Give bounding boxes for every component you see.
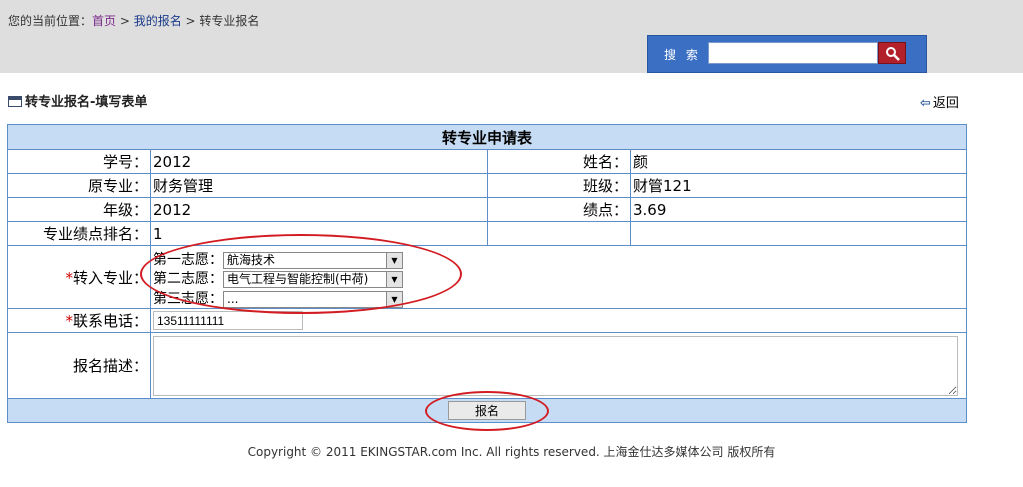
required-mark: * [65, 268, 73, 287]
phone-label: *联系电话： [7, 308, 151, 333]
rank-label: 专业绩点排名： [7, 221, 151, 246]
choice-3-value: ... [227, 291, 239, 306]
empty-cell [630, 221, 967, 246]
choice-1-select[interactable]: 航海技术 ▼ [223, 251, 403, 269]
transfer-major-label-text: 转入专业： [72, 268, 148, 287]
major-label: 原专业： [7, 173, 151, 198]
choice-2-value: 电气工程与智能控制(中荷) [227, 271, 369, 286]
table-row: 学号： 2012 姓名： 颜 [7, 149, 967, 174]
chevron-down-icon: ▼ [386, 271, 402, 287]
phone-cell [150, 308, 967, 333]
grade-label: 年级： [7, 197, 151, 222]
breadcrumb: 您的当前位置：首页 > 我的报名 > 转专业报名 [8, 12, 259, 29]
choice-2-select[interactable]: 电气工程与智能控制(中荷) ▼ [223, 270, 403, 288]
table-row: 原专业： 财务管理 班级： 财管121 [7, 173, 967, 198]
search-panel: 搜 索 [647, 35, 927, 73]
gpa-label: 绩点： [487, 197, 631, 222]
breadcrumb-current: 转专业报名 [199, 14, 260, 28]
table-row: *联系电话： [7, 308, 967, 333]
breadcrumb-separator: > [116, 14, 134, 28]
search-label: 搜 索 [664, 48, 701, 62]
grade-value: 2012 [150, 197, 488, 222]
table-footer: 报名 [7, 398, 967, 423]
rank-value: 1 [150, 221, 488, 246]
breadcrumb-home-link[interactable]: 首页 [92, 14, 116, 28]
choice-3-label: 第三志愿： [153, 291, 223, 307]
table-row: *转入专业： 第一志愿： 航海技术 ▼ 第二志愿： 电气工程与智能控制(中荷) ▼ 第三… [7, 245, 967, 309]
breadcrumb-separator: > [181, 14, 200, 28]
magnifier-icon [886, 47, 900, 61]
choice-1-value: 航海技术 [227, 252, 276, 267]
major-value: 财务管理 [150, 173, 488, 198]
form-title: 转专业报名-填写表单 [8, 91, 147, 110]
back-label: 返回 [932, 96, 959, 111]
choice-1-label: 第一志愿： [153, 252, 223, 268]
phone-label-text: 联系电话： [72, 312, 148, 330]
choice-row-1: 第一志愿： 航海技术 ▼ [153, 249, 403, 269]
student-id-label: 学号： [7, 149, 151, 174]
class-label: 班级： [487, 173, 631, 198]
name-value: 颜 [630, 149, 967, 174]
empty-cell [487, 221, 631, 246]
search-input[interactable] [708, 42, 878, 64]
choice-row-2: 第二志愿： 电气工程与智能控制(中荷) ▼ [153, 268, 403, 288]
breadcrumb-prefix: 您的当前位置： [8, 14, 93, 28]
phone-input[interactable] [153, 311, 303, 331]
chevron-down-icon: ▼ [386, 291, 402, 307]
choice-row-3: 第三志愿：... ▼ [153, 288, 403, 308]
table-title: 转专业申请表 [7, 124, 967, 150]
required-mark: * [65, 312, 73, 330]
student-id-value: 2012 [150, 149, 488, 174]
form-title-text: 转专业报名-填写表单 [25, 95, 148, 110]
back-arrow-icon: ⇦ [920, 96, 931, 111]
copyright: Copyright © 2011 EKINGSTAR.com Inc. All … [247, 445, 776, 459]
table-row: 专业绩点排名： 1 [7, 221, 967, 246]
submit-button[interactable]: 报名 [448, 401, 526, 420]
back-link[interactable]: ⇦ 返回 [920, 92, 959, 111]
description-cell [150, 332, 967, 399]
class-value: 财管121 [630, 173, 967, 198]
choice-3-select[interactable]: ... ▼ [223, 290, 403, 308]
description-label: 报名描述： [7, 332, 151, 399]
name-label: 姓名： [487, 149, 631, 174]
chevron-down-icon: ▼ [386, 252, 402, 268]
breadcrumb-my-signup-link[interactable]: 我的报名 [134, 14, 182, 28]
transfer-major-label: *转入专业： [7, 245, 151, 309]
application-table: 转专业申请表 学号： 2012 姓名： 颜 原专业： 财务管理 班级： 财管12… [7, 124, 967, 423]
table-row: 报名描述： [7, 332, 967, 399]
description-textarea[interactable] [153, 335, 958, 396]
submit-cell: 报名 [7, 398, 967, 423]
search-button[interactable] [878, 42, 906, 64]
form-icon [8, 96, 22, 107]
choice-2-label: 第二志愿： [153, 271, 223, 287]
choices-cell: 第一志愿： 航海技术 ▼ 第二志愿： 电气工程与智能控制(中荷) ▼ 第三志愿：... ▼ [150, 245, 967, 309]
table-row: 年级： 2012 绩点： 3.69 [7, 197, 967, 222]
gpa-value: 3.69 [630, 197, 967, 222]
